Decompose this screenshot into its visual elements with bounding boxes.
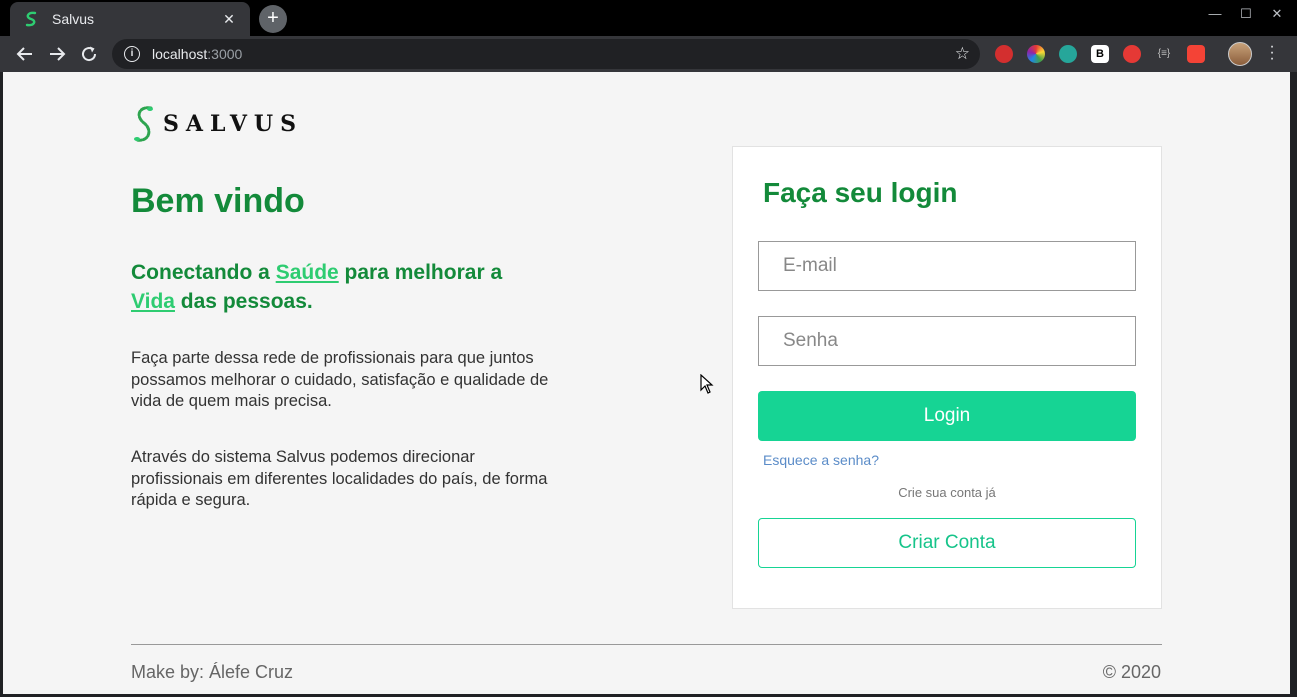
footer-divider xyxy=(131,644,1162,645)
url-host: localhost xyxy=(152,46,208,62)
close-window-icon[interactable]: ✕ xyxy=(1267,6,1287,22)
site-info-icon[interactable]: i xyxy=(124,46,140,62)
back-icon[interactable] xyxy=(13,42,37,66)
tagline: Conectando a Saúde para melhorar a Vida … xyxy=(131,258,551,316)
address-bar[interactable]: i localhost :3000 ☆ xyxy=(112,39,980,69)
adblock-icon[interactable] xyxy=(995,45,1013,63)
reload-icon[interactable] xyxy=(77,42,101,66)
tagline-text: para melhorar a xyxy=(338,261,503,284)
browser-menu-icon[interactable]: · · · xyxy=(1265,39,1279,67)
forward-icon[interactable] xyxy=(45,42,69,66)
bug-extension-icon[interactable] xyxy=(1123,45,1141,63)
welcome-title: Bem vindo xyxy=(131,182,305,220)
browser-toolbar: i localhost :3000 ☆ B {≡} · · · xyxy=(0,36,1297,72)
minimize-icon[interactable]: — xyxy=(1205,6,1225,21)
salvus-favicon-icon xyxy=(25,11,37,27)
login-title: Faça seu login xyxy=(763,177,958,208)
login-card: Faça seu login Login Esquece a senha? Cr… xyxy=(732,146,1162,609)
json-viewer-icon[interactable]: {≡} xyxy=(1155,45,1173,63)
vida-link[interactable]: Vida xyxy=(131,290,175,313)
browser-titlebar: Salvus ✕ + — ☐ ✕ xyxy=(0,0,1297,36)
saude-link[interactable]: Saúde xyxy=(276,261,339,284)
salvus-leaf-s-icon xyxy=(134,106,153,142)
intro-paragraph: Faça parte dessa rede de profissionais p… xyxy=(131,349,549,410)
logo-text: SALVUS xyxy=(163,111,303,137)
browser-tab[interactable]: Salvus ✕ xyxy=(10,2,250,36)
new-tab-button[interactable]: + xyxy=(259,5,287,33)
tab-close-icon[interactable]: ✕ xyxy=(220,11,238,28)
description-paragraph: Através do sistema Salvus podemos direci… xyxy=(131,448,548,509)
tab-title: Salvus xyxy=(52,11,95,27)
email-input[interactable] xyxy=(758,241,1136,291)
forgot-password-link[interactable]: Esquece a senha? xyxy=(763,452,879,468)
mouse-cursor-icon xyxy=(700,374,714,394)
color-picker-icon[interactable] xyxy=(1027,45,1045,63)
b-extension-icon[interactable]: B xyxy=(1091,45,1109,63)
footer-copyright: © 2020 xyxy=(1102,662,1161,682)
create-account-button[interactable]: Criar Conta xyxy=(758,518,1136,568)
page-viewport: SALVUS Bem vindo Conectando a Saúde para… xyxy=(3,72,1290,694)
profile-avatar[interactable] xyxy=(1228,42,1252,66)
gift-extension-icon[interactable] xyxy=(1187,45,1205,63)
tagline-text: Conectando a xyxy=(131,261,276,284)
create-account-hint: Crie sua conta já xyxy=(898,485,996,500)
login-button[interactable]: Login xyxy=(758,391,1136,441)
bookmark-star-icon[interactable]: ☆ xyxy=(955,44,970,64)
footer-author: Make by: Álefe Cruz xyxy=(131,662,294,682)
tagline-text: das pessoas. xyxy=(174,290,313,313)
react-devtools-icon[interactable] xyxy=(1059,45,1077,63)
password-input[interactable] xyxy=(758,316,1136,366)
maximize-icon[interactable]: ☐ xyxy=(1236,6,1256,22)
url-port: :3000 xyxy=(207,46,243,62)
salvus-logo: SALVUS xyxy=(131,102,303,146)
